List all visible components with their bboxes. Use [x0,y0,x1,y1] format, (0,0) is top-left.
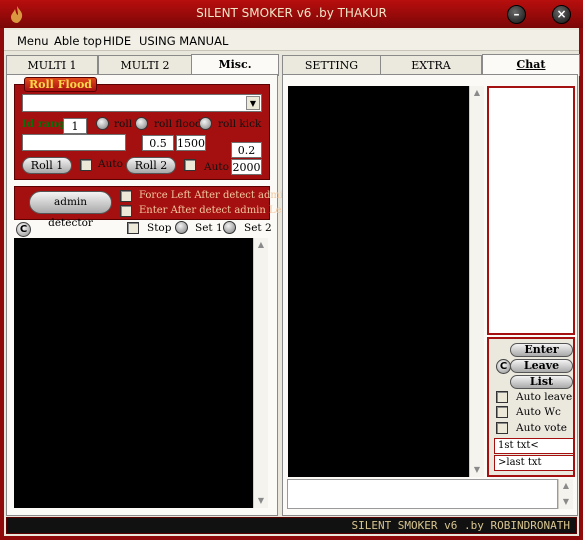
enter-button[interactable]: Enter [510,343,573,357]
scroll-up-icon[interactable]: ▲ [256,240,266,250]
auto-leave-checkbox[interactable] [496,391,508,403]
tab-multi-2[interactable]: MULTI 2 [98,55,192,76]
roll2-interval-input[interactable]: 2000 [231,159,262,175]
roll-radio-label: roll [114,118,133,130]
auto-wc-label: Auto Wc [516,406,561,418]
admin-detector-button[interactable]: admin detector [29,191,112,229]
first-text-field[interactable]: 1st txt< [494,438,574,454]
menu-item-menu[interactable]: Menu [17,34,49,48]
menu-item-able-top[interactable]: Able top [54,34,102,48]
roll-1-button[interactable]: Roll 1 [22,157,72,174]
roll-kick-radio[interactable] [199,117,212,130]
roll-radio[interactable] [96,117,109,130]
interval-input[interactable]: 1500 [176,135,206,151]
delay-input[interactable]: 0.5 [142,135,174,151]
roll-text-input[interactable] [22,134,126,151]
enter-after-checkbox[interactable] [120,205,132,217]
menu-bar: Menu Able top HIDE USING MANUAL [4,30,579,51]
roll-flood-title: Roll Flood [24,77,97,92]
force-left-label: Force Left After detect admin [139,190,290,201]
tab-setting[interactable]: SETTING [282,55,381,76]
menu-item-using-manual[interactable]: USING MANUAL [139,34,228,48]
auto-label-1: Auto [98,158,123,170]
clear-button[interactable]: C [16,222,31,237]
chevron-down-icon[interactable]: ▼ [246,96,260,110]
status-bar: SILENT SMOKER v6 .by ROBINDRONATH [6,517,577,534]
status-text: SILENT SMOKER v6 .by ROBINDRONATH [351,519,570,532]
force-left-checkbox[interactable] [120,190,132,202]
tab-extra[interactable]: EXTRA [380,55,482,76]
tab-multi-1[interactable]: MULTI 1 [6,55,98,76]
auto-vote-label: Auto vote [516,422,567,434]
auto-vote-checkbox[interactable] [496,422,508,434]
tab-chat[interactable]: Chat [482,54,580,76]
auto-checkbox-1[interactable] [80,159,92,171]
roll-flood-radio[interactable] [135,117,148,130]
chat-input[interactable] [287,479,558,509]
last-text-field[interactable]: >last txt [494,455,574,471]
stop-label: Stop [147,222,172,234]
set-1-label: Set 1 [195,222,223,234]
enter-after-label: Enter After detect admin Left [139,205,290,216]
auto-wc-checkbox[interactable] [496,406,508,418]
scroll-down-icon[interactable]: ▼ [256,496,266,506]
auto-checkbox-2[interactable] [184,159,196,171]
tab-misc[interactable]: Misc. [191,54,279,76]
chat-input-scrollbar[interactable]: ▲ ▼ [558,479,573,509]
chat-clear-button[interactable]: C [496,359,511,374]
window-title: SILENT SMOKER v6 .by THAKUR [196,6,387,20]
stop-checkbox[interactable] [127,222,139,234]
auto-label-2: Auto [204,161,229,173]
window-frame-left [0,28,4,540]
close-button[interactable]: × [552,5,571,24]
scroll-up-icon[interactable]: ▲ [561,481,571,491]
scroll-down-icon[interactable]: ▼ [472,465,482,475]
set-1-radio[interactable] [175,221,188,234]
roll-2-button[interactable]: Roll 2 [126,157,176,174]
user-list[interactable] [487,86,575,335]
minimize-button[interactable]: – [507,5,526,24]
window-frame-bottom [0,536,583,540]
leave-button[interactable]: Leave [510,359,573,373]
chat-log-area[interactable] [288,86,469,477]
list-button[interactable]: List [510,375,573,389]
set-2-radio[interactable] [223,221,236,234]
chat-log-scrollbar[interactable]: ▲ ▼ [469,86,484,477]
scroll-down-icon[interactable]: ▼ [561,497,571,507]
id-range-input[interactable]: 1 [63,118,87,134]
window-frame-right [579,28,583,540]
roll-flood-radio-label: roll flood [154,118,202,130]
menu-item-hide[interactable]: HIDE [103,34,131,48]
set-2-label: Set 2 [244,222,272,234]
roll-kick-radio-label: roll kick [218,118,262,130]
log-output-area[interactable] [14,238,253,508]
scroll-up-icon[interactable]: ▲ [472,88,482,98]
roll2-delay-input[interactable]: 0.2 [231,142,262,158]
roll-flood-select[interactable]: ▼ [22,94,262,112]
log-scrollbar[interactable]: ▲ ▼ [253,238,268,508]
auto-leave-label: Auto leave [516,391,573,403]
